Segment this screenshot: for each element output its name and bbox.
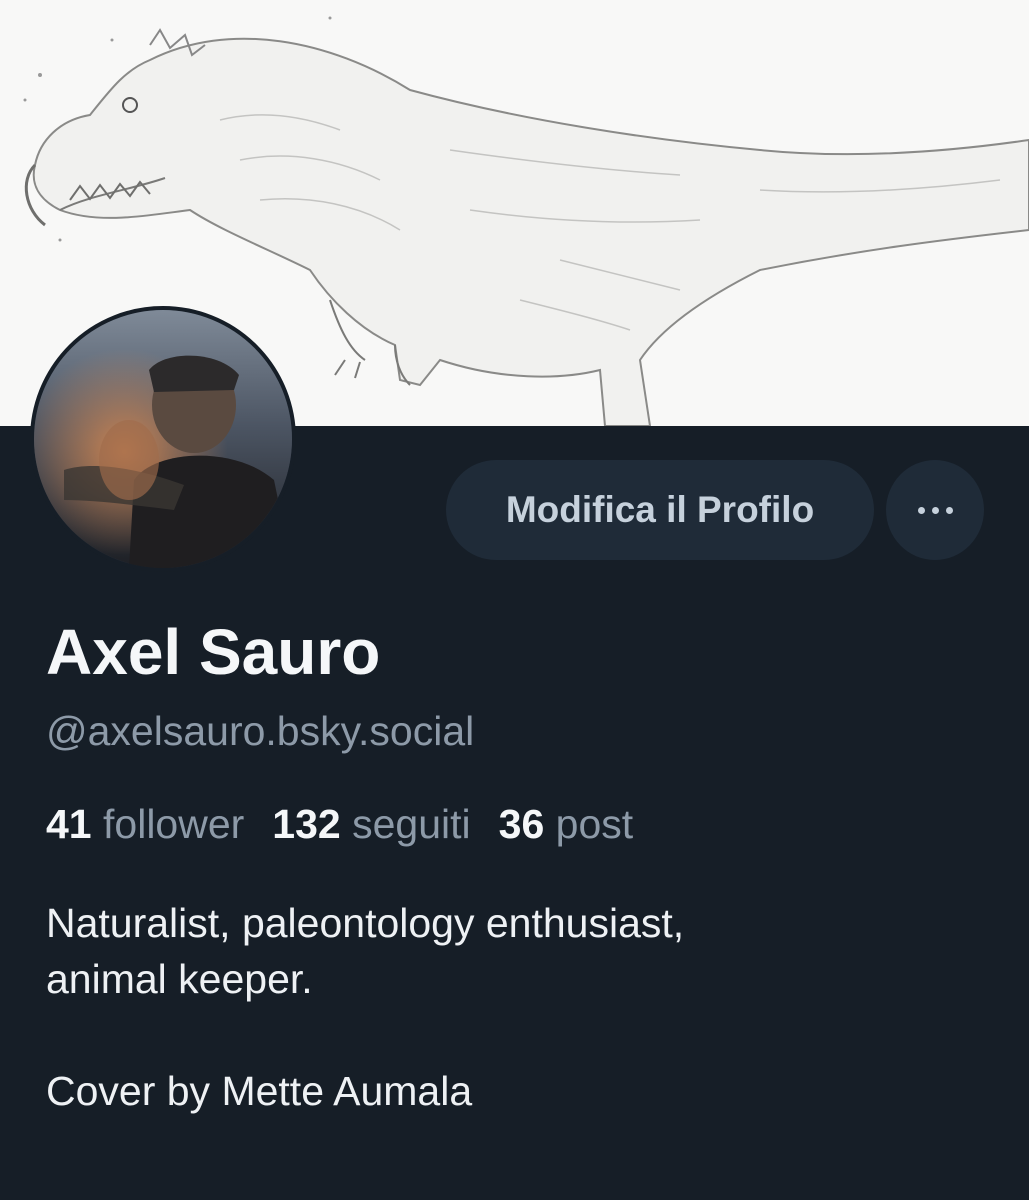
display-name: Axel Sauro bbox=[46, 616, 381, 688]
profile-bio: Naturalist, paleontology enthusiast, ani… bbox=[46, 895, 996, 1119]
more-options-button[interactable] bbox=[886, 460, 984, 560]
posts-count: 36 bbox=[498, 801, 545, 847]
avatar-photo bbox=[34, 310, 292, 568]
edit-profile-button[interactable]: Modifica il Profilo bbox=[446, 460, 874, 560]
bio-line: Cover by Mette Aumala bbox=[46, 1068, 473, 1114]
posts-stat: 36 post bbox=[499, 796, 634, 852]
followers-stat[interactable]: 41 follower bbox=[46, 796, 244, 852]
following-label: seguiti bbox=[352, 801, 471, 847]
profile-page: Modifica il Profilo Axel Sauro @axelsaur… bbox=[0, 0, 1029, 1200]
avatar[interactable] bbox=[30, 306, 296, 572]
followers-count: 41 bbox=[46, 801, 92, 847]
following-stat[interactable]: 132 seguiti bbox=[272, 796, 470, 852]
profile-handle: @axelsauro.bsky.social bbox=[46, 708, 475, 754]
profile-stats: 41 follower 132 seguiti 36 post bbox=[46, 796, 633, 852]
posts-label: post bbox=[555, 801, 634, 847]
ellipsis-icon bbox=[917, 506, 953, 514]
followers-label: follower bbox=[103, 801, 245, 847]
bio-line: animal keeper. bbox=[46, 956, 313, 1002]
bio-line: Naturalist, paleontology enthusiast, bbox=[46, 900, 685, 946]
following-count: 132 bbox=[272, 801, 341, 847]
